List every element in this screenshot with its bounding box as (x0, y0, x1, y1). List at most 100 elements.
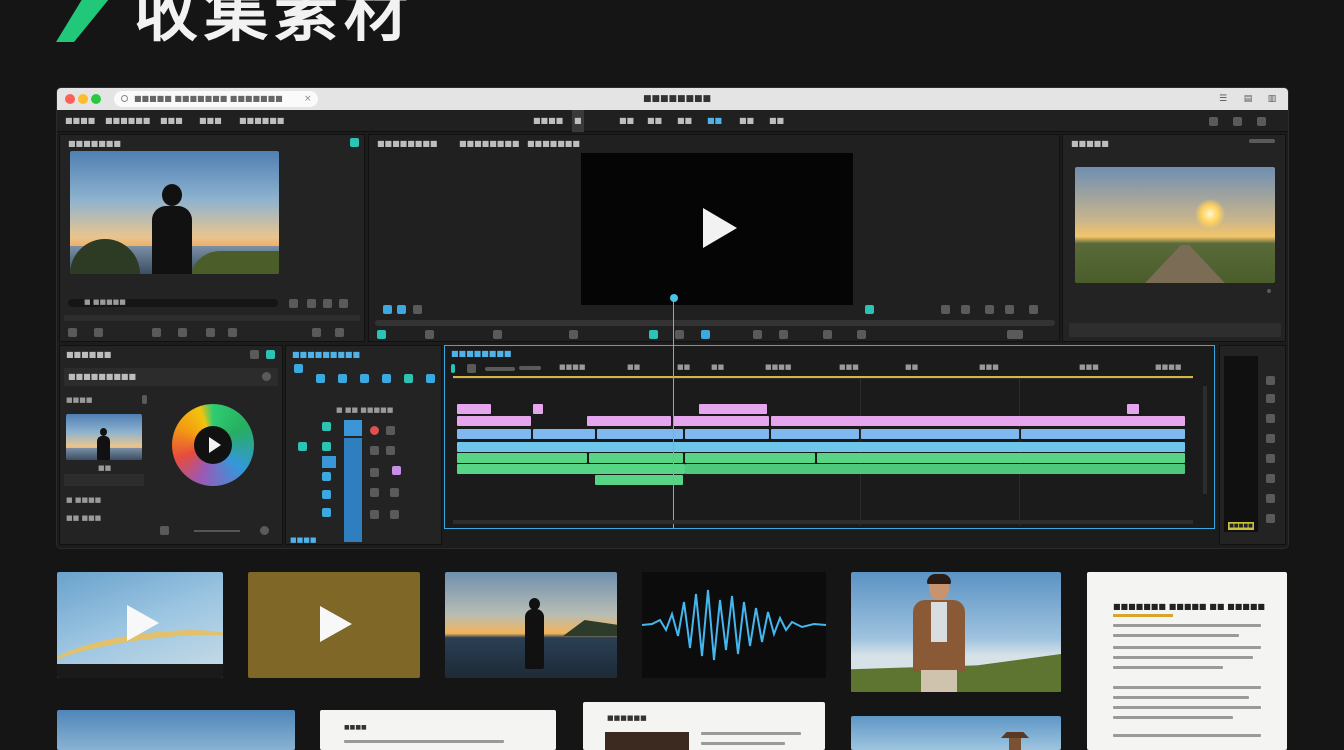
slip-icon[interactable] (382, 374, 391, 383)
overlay-icon[interactable] (1005, 305, 1014, 314)
timeline-playhead-marker[interactable] (451, 364, 455, 373)
menu-item-2[interactable]: ■■■■■■ (105, 110, 150, 132)
mute-icon[interactable] (386, 426, 395, 435)
camera-icon[interactable] (152, 328, 161, 337)
play-icon[interactable] (320, 606, 352, 642)
out-point-icon[interactable] (413, 305, 422, 314)
link-icon[interactable] (178, 328, 187, 337)
eyedropper-icon[interactable] (260, 526, 269, 535)
video-thumbnail-wave[interactable] (57, 572, 223, 678)
razor-icon[interactable] (360, 374, 369, 383)
grid-view-icon[interactable]: ▤ (1241, 92, 1255, 106)
timeline-clip[interactable] (861, 429, 1019, 439)
mark-out-icon[interactable] (307, 299, 316, 308)
meter-export-icon[interactable] (1266, 474, 1275, 483)
timeline-clip[interactable] (595, 475, 683, 485)
step-back-icon[interactable] (94, 328, 103, 337)
track-lock-icon[interactable] (370, 468, 379, 477)
workspace-tab-2[interactable]: ■ (572, 110, 584, 132)
image-thumbnail-sky[interactable] (57, 710, 295, 750)
snap-icon[interactable] (467, 364, 476, 373)
timeline-clip[interactable] (457, 453, 587, 463)
playhead-handle-icon[interactable] (670, 294, 678, 302)
layout-icon[interactable] (1233, 117, 1242, 126)
timeline-horizontal-scrollbar[interactable] (453, 520, 1193, 524)
label-color-icon[interactable] (392, 466, 401, 475)
refresh-icon[interactable] (779, 330, 788, 339)
timeline-vertical-scrollbar[interactable] (1203, 386, 1207, 494)
sync-lock-icon[interactable] (298, 442, 307, 451)
lift-icon[interactable] (675, 330, 684, 339)
project-thumbnail[interactable] (66, 414, 142, 460)
timeline-zoom[interactable] (485, 367, 515, 371)
document-thumbnail-3[interactable]: ■■■■■■ (583, 702, 825, 750)
timeline-clip[interactable] (685, 453, 815, 463)
meter-settings-icon[interactable] (1266, 414, 1275, 423)
track-header-column[interactable] (344, 438, 362, 542)
list-view-icon[interactable]: ☰ (1216, 92, 1230, 106)
shuttle-icon[interactable] (493, 330, 502, 339)
menu-item-4[interactable]: ■■■ (199, 110, 222, 132)
panel-status-icon[interactable] (266, 350, 275, 359)
image-thumbnail-portrait[interactable] (851, 572, 1061, 692)
markers-toggle[interactable] (519, 366, 541, 370)
meter-reset-icon[interactable] (1266, 434, 1275, 443)
step-back-frame-icon[interactable] (425, 330, 434, 339)
timeline-clip[interactable] (1127, 404, 1139, 414)
fullscreen-icon[interactable] (335, 328, 344, 337)
meter-loop-icon[interactable] (1266, 454, 1275, 463)
timeline-clip[interactable] (533, 404, 543, 414)
audio-waveform-thumbnail[interactable] (642, 572, 826, 678)
voiceover-icon[interactable] (386, 446, 395, 455)
menu-item-5[interactable]: ■■■■■■ (239, 110, 284, 132)
image-thumbnail-pagoda[interactable] (851, 716, 1061, 750)
timeline-clip[interactable] (673, 416, 769, 426)
workspace-tab-8[interactable]: ■■ (769, 110, 784, 132)
vr-icon[interactable] (823, 330, 832, 339)
color-slider[interactable] (194, 530, 240, 532)
audio-mute-icon[interactable] (370, 488, 379, 497)
audio-fx-icon[interactable] (390, 510, 399, 519)
workspace-tab-4[interactable]: ■■ (647, 110, 662, 132)
loop-icon[interactable] (569, 330, 578, 339)
meter-solo-icon[interactable] (1266, 376, 1275, 385)
timeline-clip[interactable] (457, 416, 531, 426)
timeline-clip[interactable] (1021, 429, 1185, 439)
playhead-tool-icon[interactable] (649, 330, 658, 339)
source-tab[interactable]: ■■■■■■■ (68, 139, 121, 148)
fit-icon[interactable] (865, 305, 874, 314)
image-thumbnail-silhouette[interactable] (445, 572, 617, 678)
ripple-icon[interactable] (338, 374, 347, 383)
document-thumbnail-1[interactable]: ■■■■■■■ ■■■■■ ■■ ■■■■■ (1087, 572, 1287, 750)
meter-edit-icon[interactable] (1266, 494, 1275, 503)
solo-icon[interactable] (370, 446, 379, 455)
track-select-icon[interactable] (316, 374, 325, 383)
workspace-tab-1[interactable]: ■■■■ (533, 110, 563, 132)
timeline-clip[interactable] (457, 442, 1185, 452)
audio-lock-icon[interactable] (370, 510, 379, 519)
panel-settings-icon[interactable] (250, 350, 259, 359)
go-start-icon[interactable] (377, 330, 386, 339)
button-editor-icon[interactable] (312, 328, 321, 337)
timeline-clip[interactable] (685, 429, 769, 439)
workspace-tab-7[interactable]: ■■ (739, 110, 754, 132)
meter-more-icon[interactable] (1266, 514, 1275, 523)
quality-icon[interactable] (941, 305, 950, 314)
marker-icon[interactable] (383, 305, 392, 314)
select-tool-icon[interactable] (294, 364, 303, 373)
timeline-clip[interactable] (457, 464, 685, 474)
active-track-button[interactable] (344, 420, 362, 436)
timeline-clip[interactable] (771, 416, 1185, 426)
program-scrubber[interactable] (375, 320, 1055, 326)
timeline-clip[interactable] (587, 416, 671, 426)
safe-margins-icon[interactable] (985, 305, 994, 314)
hand-icon[interactable] (426, 374, 435, 383)
timeline-clip[interactable] (589, 453, 683, 463)
program-tab-1[interactable]: ■■■■■■■■ (377, 139, 437, 148)
extract-icon[interactable] (701, 330, 710, 339)
timeline-clip[interactable] (817, 453, 1185, 463)
snapshot-icon[interactable] (753, 330, 762, 339)
export-frame-icon[interactable] (228, 328, 237, 337)
audio-track-2-toggle[interactable] (322, 490, 331, 499)
panel-menu-icon[interactable] (350, 138, 359, 147)
